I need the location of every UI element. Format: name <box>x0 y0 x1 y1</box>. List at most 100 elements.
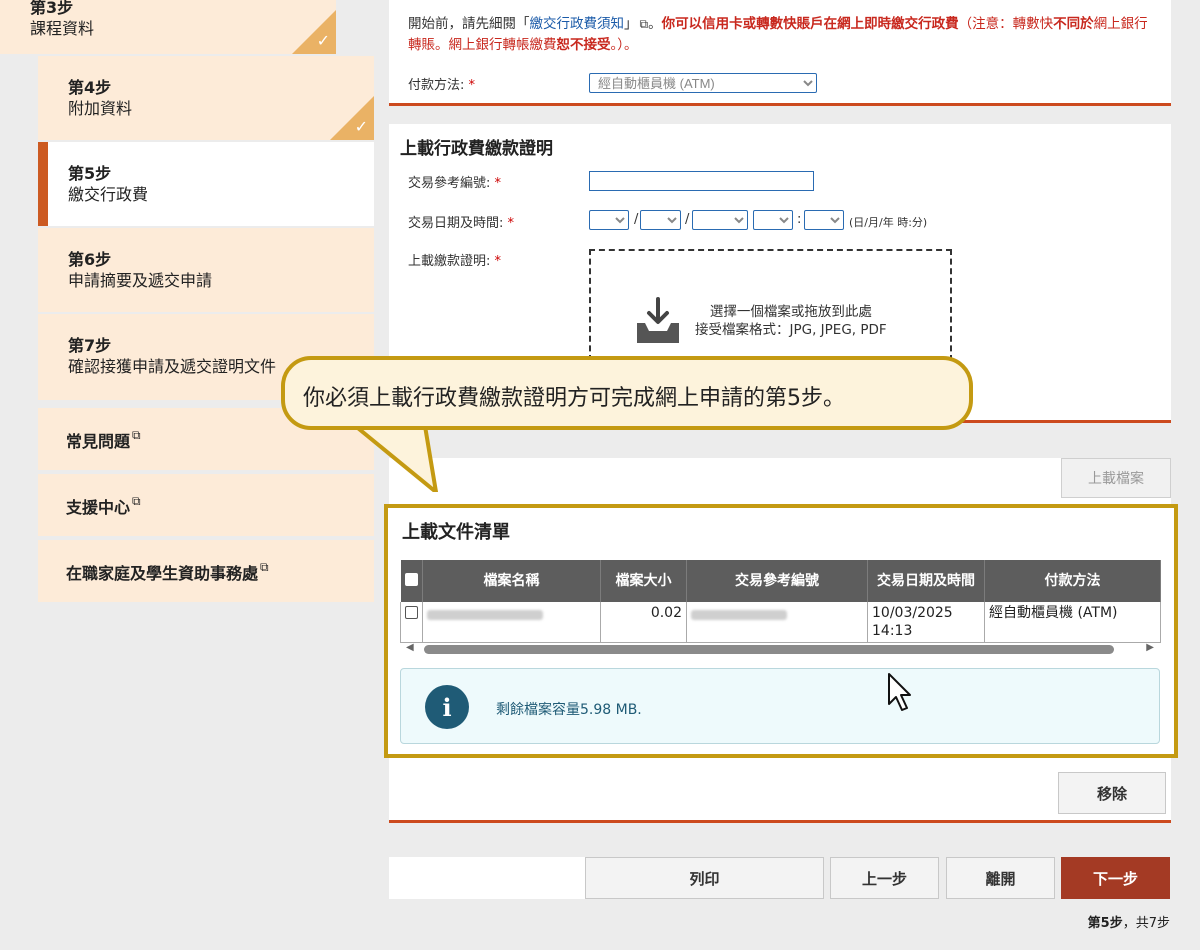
row-checkbox[interactable] <box>405 606 418 619</box>
note-text: （注意：轉數快 <box>958 16 1054 32</box>
sidebar-step-3[interactable]: 第3步 課程資料 ✓ <box>0 0 336 56</box>
upload-tray-icon <box>637 297 679 343</box>
document-list-title: 上載文件清單 <box>402 522 510 543</box>
check-icon: ✓ <box>316 31 330 50</box>
callout-tail <box>346 420 438 492</box>
sidebar-step-6[interactable]: 第6步 申請摘要及遞交申請 <box>38 228 374 314</box>
step-name: 課程資料 <box>30 19 95 38</box>
file-size-cell: 0.02 <box>600 602 687 643</box>
link-label: 常見問題 <box>66 432 131 451</box>
redacted-ref-number <box>691 610 787 620</box>
info-icon: i <box>425 685 469 729</box>
upload-row <box>389 458 1171 498</box>
datetime-cell: 10/03/2025 14:13 <box>867 602 985 643</box>
external-link-icon: ⧉ <box>132 428 141 442</box>
date-separator: / <box>634 212 639 227</box>
note-text: 」 <box>624 16 638 32</box>
remaining-capacity-text: 剩餘檔案容量5.98 MB. <box>496 702 642 718</box>
step-number: 第3步 <box>30 0 74 17</box>
check-icon: ✓ <box>354 117 368 136</box>
external-link-icon: ⧉ <box>132 494 141 508</box>
ref-number-input[interactable] <box>589 171 814 191</box>
table-horizontal-scrollbar[interactable]: ◀ ▶ <box>404 642 1156 656</box>
date-separator: / <box>685 212 690 227</box>
scroll-right-icon[interactable]: ▶ <box>1146 642 1154 653</box>
external-link-icon: ⧉ <box>639 17 649 31</box>
payment-method-label: 付款方法: * <box>408 74 475 93</box>
required-mark: * <box>494 254 502 269</box>
step-name: 繳交行政費 <box>68 185 149 204</box>
drop-zone-text: 選擇一個檔案或拖放到此處 接受檔案格式：JPG, JPEG, PDF <box>695 303 887 339</box>
label-text: 上載繳款證明: <box>408 254 491 269</box>
select-all-checkbox[interactable] <box>404 573 418 586</box>
note-emphasis: 不同於 <box>1053 16 1094 32</box>
step-number: 第5步 <box>68 164 112 183</box>
sidebar-link-support[interactable]: 支援中心 ⧉ <box>38 474 374 538</box>
time-separator: : <box>797 212 802 227</box>
datetime-label: 交易日期及時間: * <box>408 212 514 231</box>
link-label: 支援中心 <box>66 498 131 517</box>
file-drop-zone[interactable]: 選擇一個檔案或拖放到此處 接受檔案格式：JPG, JPEG, PDF <box>589 249 952 361</box>
upload-proof-title: 上載行政費繳款證明 <box>400 139 553 159</box>
column-header: 檔案名稱 <box>422 560 601 602</box>
external-link-icon: ⧉ <box>260 560 269 574</box>
select-all-header[interactable] <box>400 560 423 602</box>
table-row: 0.02 10/03/2025 14:13 經自動櫃員機 (ATM) <box>400 602 1161 643</box>
remove-button[interactable]: 移除 <box>1058 772 1166 814</box>
mouse-cursor-icon <box>888 673 911 711</box>
callout-text: 你必須上載行政費繳款證明方可完成網上申請的第5步。 <box>303 386 845 411</box>
scroll-left-icon[interactable]: ◀ <box>406 642 414 653</box>
column-header: 付款方法 <box>984 560 1161 602</box>
payment-method-select[interactable]: 經自動櫃員機 (ATM) <box>589 73 817 93</box>
label-text: 交易日期及時間: <box>408 216 504 231</box>
column-header: 檔案大小 <box>600 560 687 602</box>
drop-line-1: 選擇一個檔案或拖放到此處 <box>709 304 872 320</box>
scroll-thumb[interactable] <box>424 645 1114 654</box>
ref-label: 交易參考編號: * <box>408 172 501 191</box>
hour-select[interactable] <box>753 210 793 230</box>
remaining-capacity-info: i 剩餘檔案容量5.98 MB. <box>400 668 1160 744</box>
step-name: 附加資料 <box>68 99 133 118</box>
redacted-file-name <box>427 610 543 620</box>
print-button[interactable]: 列印 <box>585 857 824 899</box>
required-mark: * <box>494 176 502 191</box>
month-select[interactable] <box>640 210 681 230</box>
ref-number-cell <box>686 602 868 643</box>
file-name-cell <box>422 602 601 643</box>
required-mark: * <box>507 216 515 231</box>
previous-step-button[interactable]: 上一步 <box>830 857 939 899</box>
sidebar-step-5[interactable]: 第5步 繳交行政費 <box>38 142 374 228</box>
row-select-cell[interactable] <box>400 602 423 643</box>
note-text: 。 <box>648 16 662 32</box>
step-name: 申請摘要及遞交申請 <box>68 271 213 290</box>
step-progress: 第5步，共7步 <box>1088 912 1170 931</box>
payment-method-cell: 經自動櫃員機 (ATM) <box>984 602 1161 643</box>
section-divider <box>389 103 1171 106</box>
required-mark: * <box>468 78 476 93</box>
drop-line-2: 接受檔案格式：JPG, JPEG, PDF <box>695 322 887 338</box>
year-select[interactable] <box>692 210 748 230</box>
step-number: 第6步 <box>68 250 112 269</box>
column-header: 交易參考編號 <box>686 560 868 602</box>
note-text: 。）。 <box>610 37 638 53</box>
label-text: 交易參考編號: <box>408 176 491 191</box>
current-step: 第5步 <box>1087 916 1123 931</box>
step-number: 第4步 <box>68 78 112 97</box>
note-text: 開始前，請先細閱「 <box>408 16 530 32</box>
documents-table: 檔案名稱 檔案大小 交易參考編號 交易日期及時間 付款方法 0.02 10/03… <box>400 560 1161 643</box>
upload-file-button[interactable]: 上載檔案 <box>1061 458 1171 498</box>
step-number: 第7步 <box>68 336 112 355</box>
sidebar-step-4[interactable]: 第4步 附加資料 ✓ <box>38 56 374 142</box>
instruction-callout: 你必須上載行政費繳款證明方可完成網上申請的第5步。 <box>281 356 973 430</box>
sidebar-link-wfsfaa[interactable]: 在職家庭及學生資助事務處 ⧉ <box>38 540 374 604</box>
upload-proof-label: 上載繳款證明: * <box>408 250 501 269</box>
minute-select[interactable] <box>804 210 844 230</box>
payment-note: 開始前，請先細閱「繳交行政費須知」 ⧉。你可以信用卡或轉數快賬戶在網上即時繳交行政… <box>408 14 1158 56</box>
next-step-button[interactable]: 下一步 <box>1061 857 1170 899</box>
fee-guide-link[interactable]: 繳交行政費須知 <box>530 16 625 32</box>
note-emphasis: 你可以信用卡或轉數快賬戶在網上即時繳交行政費 <box>661 16 959 32</box>
section-divider <box>389 820 1171 823</box>
day-select[interactable] <box>589 210 629 230</box>
exit-button[interactable]: 離開 <box>946 857 1055 899</box>
column-header: 交易日期及時間 <box>867 560 985 602</box>
